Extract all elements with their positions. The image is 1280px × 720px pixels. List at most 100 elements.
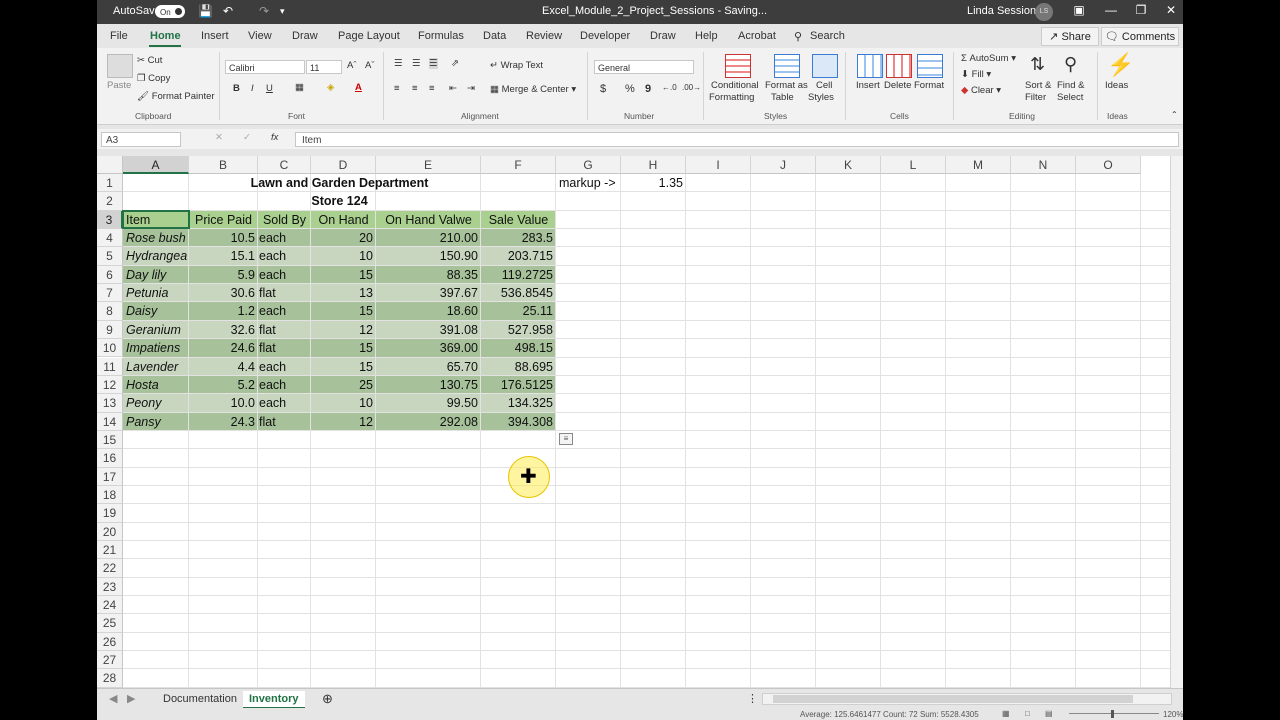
sort-filter-button-line2[interactable]: Filter: [1025, 92, 1046, 103]
row-header-20[interactable]: 20: [97, 522, 123, 541]
row-header-25[interactable]: 25: [97, 614, 123, 633]
table-cell[interactable]: flat: [256, 413, 309, 431]
zoom-level[interactable]: 120%: [1163, 710, 1183, 719]
table-cell[interactable]: 210.00: [376, 229, 481, 247]
comments-button[interactable]: 🗨 Comments: [1101, 27, 1179, 46]
table-cell[interactable]: 176.5125: [481, 376, 556, 394]
tab-home[interactable]: Home: [150, 30, 181, 42]
table-cell[interactable]: 134.325: [481, 394, 556, 412]
row-header-1[interactable]: 1: [97, 174, 123, 193]
row-header-6[interactable]: 6: [97, 265, 123, 285]
table-cell[interactable]: 10: [311, 247, 376, 265]
table-cell[interactable]: each: [256, 302, 309, 320]
markup-label[interactable]: markup ->: [556, 174, 621, 192]
align-top-icon[interactable]: ☰: [394, 58, 403, 69]
column-header-o[interactable]: O: [1076, 156, 1141, 174]
table-cell[interactable]: 15: [311, 358, 376, 376]
currency-button[interactable]: $: [600, 83, 606, 95]
cut-button[interactable]: ✂ Cut: [137, 55, 162, 66]
insert-function-button[interactable]: fx: [271, 132, 278, 143]
paste-button[interactable]: Paste: [107, 80, 131, 91]
zoom-slider[interactable]: [1069, 713, 1159, 714]
format-as-table-button-line2[interactable]: Table: [771, 92, 794, 103]
column-header-g[interactable]: G: [556, 156, 621, 174]
row-header-11[interactable]: 11: [97, 357, 123, 376]
redo-icon[interactable]: ↷: [259, 4, 269, 18]
column-header-d[interactable]: D: [311, 156, 376, 174]
paste-icon[interactable]: [107, 54, 133, 78]
font-name-select[interactable]: Calibri: [225, 60, 305, 74]
table-cell[interactable]: 24.6: [189, 339, 258, 357]
table-cell[interactable]: 88.35: [376, 266, 481, 284]
table-cell[interactable]: Day lily: [123, 266, 189, 284]
table-cell[interactable]: each: [256, 358, 309, 376]
tab-draw-2[interactable]: Draw: [650, 30, 676, 42]
tab-help[interactable]: Help: [695, 30, 718, 42]
decrease-font-icon[interactable]: Aˇ: [365, 60, 375, 71]
minimize-icon[interactable]: —: [1101, 3, 1121, 17]
tab-page-layout[interactable]: Page Layout: [338, 30, 400, 42]
table-cell[interactable]: 10: [311, 394, 376, 412]
table-cell[interactable]: 12: [311, 321, 376, 339]
row-header-5[interactable]: 5: [97, 247, 123, 266]
table-cell[interactable]: 397.67: [376, 284, 481, 302]
table-cell[interactable]: 527.958: [481, 321, 556, 339]
cell-styles-button-line2[interactable]: Styles: [808, 92, 834, 103]
table-cell[interactable]: Daisy: [123, 302, 189, 320]
decrease-indent-icon[interactable]: ⇤: [449, 83, 457, 94]
quick-analysis-icon[interactable]: ≡: [559, 432, 573, 445]
italic-button[interactable]: I: [251, 83, 254, 94]
customize-toolbar-icon[interactable]: ▾: [280, 6, 285, 17]
tab-split-handle-icon[interactable]: ⋮: [747, 691, 758, 707]
table-cell[interactable]: Hosta: [123, 376, 189, 394]
table-cell[interactable]: 15: [311, 266, 376, 284]
row-header-4[interactable]: 4: [97, 229, 123, 248]
table-cell[interactable]: 203.715: [481, 247, 556, 265]
table-cell[interactable]: 65.70: [376, 358, 481, 376]
row-header-16[interactable]: 16: [97, 449, 123, 468]
clear-button[interactable]: ◆ Clear ▾: [961, 85, 1001, 96]
increase-indent-icon[interactable]: ⇥: [467, 83, 475, 94]
table-cell[interactable]: 369.00: [376, 339, 481, 357]
insert-cells-button[interactable]: Insert: [856, 80, 880, 91]
share-button[interactable]: ↗ Share: [1041, 27, 1099, 46]
table-cell[interactable]: each: [256, 376, 309, 394]
search-icon[interactable]: ⚲: [794, 30, 802, 43]
header-cell[interactable]: On Hand Valwe: [376, 211, 481, 229]
tab-data[interactable]: Data: [483, 30, 506, 42]
conditional-formatting-icon[interactable]: [725, 54, 751, 78]
table-cell[interactable]: 12: [311, 413, 376, 431]
table-cell[interactable]: 15.1: [189, 247, 258, 265]
comma-style-button[interactable]: 9: [645, 83, 651, 95]
table-cell[interactable]: Geranium: [123, 321, 189, 339]
zoom-slider-thumb[interactable]: [1111, 710, 1114, 718]
borders-icon[interactable]: ▦: [295, 82, 304, 93]
delete-cells-button[interactable]: Delete: [884, 80, 911, 91]
table-cell[interactable]: 119.2725: [481, 266, 556, 284]
sheet-title[interactable]: Lawn and Garden Department: [123, 174, 556, 192]
column-header-k[interactable]: K: [816, 156, 881, 174]
row-header-3[interactable]: 3: [97, 210, 123, 230]
table-cell[interactable]: Petunia: [123, 284, 189, 302]
page-layout-view-icon[interactable]: □: [1025, 709, 1030, 718]
table-cell[interactable]: 394.308: [481, 413, 556, 431]
row-header-9[interactable]: 9: [97, 320, 123, 340]
cell-styles-button[interactable]: Cell: [816, 80, 832, 91]
search-box[interactable]: Search: [810, 30, 845, 42]
scroll-tabs-right-icon[interactable]: ▶: [127, 691, 135, 707]
tab-formulas[interactable]: Formulas: [418, 30, 464, 42]
column-header-f[interactable]: F: [481, 156, 556, 174]
user-name[interactable]: Linda Sessions: [967, 5, 1042, 17]
percent-button[interactable]: %: [625, 83, 635, 95]
row-header-23[interactable]: 23: [97, 577, 123, 597]
header-cell[interactable]: Sold By: [258, 211, 311, 229]
row-header-21[interactable]: 21: [97, 541, 123, 560]
header-cell[interactable]: Price Paid: [189, 211, 258, 229]
row-header-10[interactable]: 10: [97, 339, 123, 358]
table-cell[interactable]: 10.0: [189, 394, 258, 412]
autosave-toggle[interactable]: On: [155, 5, 185, 18]
table-cell[interactable]: 25: [311, 376, 376, 394]
horizontal-scrollbar[interactable]: [762, 693, 1172, 705]
align-right-icon[interactable]: ≡: [429, 83, 435, 94]
row-header-24[interactable]: 24: [97, 596, 123, 615]
